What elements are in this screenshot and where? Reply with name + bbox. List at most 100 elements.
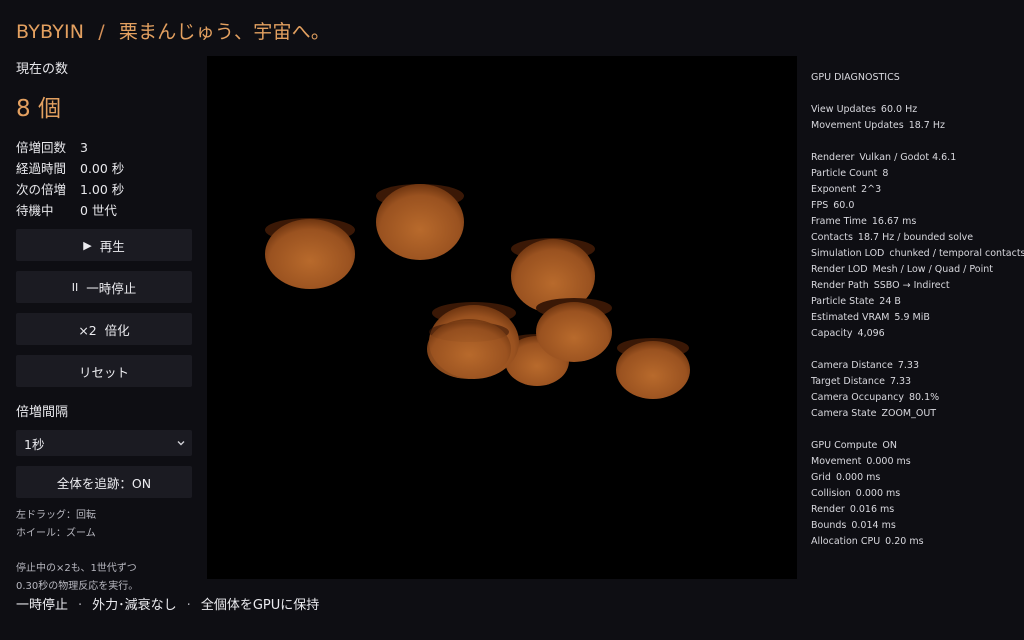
hint-rotate: 左ドラッグ：回転 [16, 510, 96, 521]
double-button[interactable]: ×2 倍化 [16, 313, 192, 345]
status-separator: · [78, 598, 83, 613]
diagnostics-key: FPS [811, 200, 829, 211]
diagnostics-value: 0.016 ms [849, 504, 895, 515]
diagnostics-value: 0.000 ms [866, 456, 911, 467]
diagnostics-row: Exponent 2^3 [811, 182, 1016, 198]
diagnostics-row: Render 0.016 ms [811, 502, 1016, 518]
diagnostics-key: Camera Distance [811, 360, 893, 371]
diagnostics-spacer [811, 134, 1016, 150]
play-button[interactable]: ▶ 再生 [16, 229, 192, 261]
diagnostics-key: Collision [811, 488, 851, 499]
diagnostics-value: chunked / temporal contacts [889, 248, 1024, 259]
diagnostics-key: Simulation LOD [811, 248, 885, 259]
diagnostics-row: Movement 0.000 ms [811, 454, 1016, 470]
title-separator: / [98, 21, 105, 43]
stat-row: 待機中 0 世代 [16, 200, 192, 221]
diagnostics-row: Render Path SSBO → Indirect [811, 278, 1016, 294]
play-label: 再生 [99, 238, 125, 254]
diagnostics-value: 0.000 ms [855, 488, 901, 499]
status-gpu: 全個体をGPUに保持 [200, 598, 320, 613]
pause-icon: II [71, 280, 79, 294]
diagnostics-key: Exponent [811, 184, 857, 195]
diagnostics-row: Bounds 0.014 ms [811, 518, 1016, 534]
diagnostics-key: Render Path [811, 280, 869, 291]
stat-value: 0 世代 [80, 203, 117, 218]
stat-key: 経過時間 [16, 161, 67, 176]
interval-select[interactable]: 1秒 [16, 430, 192, 456]
diagnostics-row: Renderer Vulkan / Godot 4.6.1 [811, 150, 1016, 166]
status-separator: · [186, 598, 191, 613]
diagnostics-row: Capacity 4,096 [811, 326, 1016, 342]
interval-label: 倍増間隔 [16, 405, 69, 420]
diagnostics-row: Camera State ZOOM_OUT [811, 406, 1016, 422]
diagnostics-value: ON [882, 440, 897, 451]
chevron-down-icon [176, 436, 186, 451]
diagnostics-row: Estimated VRAM 5.9 MiB [811, 310, 1016, 326]
diagnostics-spacer [811, 422, 1016, 438]
diagnostics-key: Particle State [811, 296, 875, 307]
diagnostics-row: Camera Distance 7.33 [811, 358, 1016, 374]
bun-particle [265, 218, 355, 289]
diagnostics-value: 18.7 Hz / bounded solve [857, 232, 974, 243]
reset-button[interactable]: リセット [16, 355, 192, 387]
interval-selected: 1秒 [24, 436, 45, 452]
diagnostics-value: 0.014 ms [851, 520, 896, 531]
diagnostics-value: 60.0 [833, 200, 855, 211]
diagnostics-key: Target Distance [811, 376, 885, 387]
diagnostics-value: 4,096 [857, 328, 885, 339]
diagnostics-heading: GPU DIAGNOSTICS [811, 72, 900, 83]
diagnostics-row: Camera Occupancy 80.1% [811, 390, 1016, 406]
diagnostics-row: Collision 0.000 ms [811, 486, 1016, 502]
diagnostics-row: Target Distance 7.33 [811, 374, 1016, 390]
diagnostics-key: Movement Updates [811, 120, 904, 131]
diagnostics-key: Frame Time [811, 216, 867, 227]
diagnostics-value: Vulkan / Godot 4.6.1 [859, 152, 957, 163]
bun-particle [427, 319, 511, 379]
physics-note: 停止中の×2も、1世代ずつ 0.30秒の物理反応を実行。 [16, 560, 192, 596]
diagnostics-value: 0.000 ms [835, 472, 881, 483]
diagnostics-key: Grid [811, 472, 831, 483]
diagnostics-row: View Updates 60.0 Hz [811, 102, 1016, 118]
count-value: 8 個 [16, 96, 61, 122]
diagnostics-key: Particle Count [811, 168, 878, 179]
status-bar: 一時停止 · 外力･減衰なし · 全個体をGPUに保持 [16, 594, 319, 613]
scene-canvas [265, 184, 690, 399]
stat-key: 倍増回数 [16, 140, 67, 155]
diagnostics-row: Contacts 18.7 Hz / bounded solve [811, 230, 1016, 246]
diagnostics-row: Particle State 24 B [811, 294, 1016, 310]
diagnostics-value: 7.33 [897, 360, 919, 371]
diagnostics-value: 16.67 ms [871, 216, 917, 227]
pause-label: 一時停止 [86, 280, 137, 296]
diagnostics-row: Movement Updates 18.7 Hz [811, 118, 1016, 134]
note-line: 停止中の×2も、1世代ずつ [16, 563, 137, 574]
diagnostics-value: Mesh / Low / Quad / Point [872, 264, 993, 275]
diagnostics-key: Capacity [811, 328, 853, 339]
3d-viewport[interactable] [207, 56, 797, 579]
diagnostics-row: Allocation CPU 0.20 ms [811, 534, 1016, 550]
diagnostics-value: 0.20 ms [885, 536, 924, 547]
diagnostics-row: Render LOD Mesh / Low / Quad / Point [811, 262, 1016, 278]
diagnostics-value: 60.0 Hz [880, 104, 918, 115]
stat-row: 倍増回数 3 [16, 137, 192, 158]
diagnostics-key: Render [811, 504, 845, 515]
diagnostics-row: Particle Count 8 [811, 166, 1016, 182]
follow-all-button[interactable]: 全体を追跡：ON [16, 466, 192, 498]
diagnostics-key: Renderer [811, 152, 855, 163]
diagnostics-row: Frame Time 16.67 ms [811, 214, 1016, 230]
diagnostics-key: Camera Occupancy [811, 392, 904, 403]
control-panel: 現在の数 8 個 倍増回数 3 経過時間 0.00 秒 次の倍増 1.00 秒 待機中… [16, 56, 192, 596]
stat-key: 次の倍増 [16, 182, 67, 197]
diagnostics-key: Estimated VRAM [811, 312, 890, 323]
diagnostics-row: Simulation LOD chunked / temporal contact… [811, 246, 1024, 262]
stat-value: 0.00 秒 [80, 161, 125, 176]
double-label: ×2 倍化 [78, 322, 130, 338]
pause-button[interactable]: II 一時停止 [16, 271, 192, 303]
controls-hint: 左ドラッグ：回転 ホイール：ズーム [16, 507, 192, 543]
diagnostics-key: Bounds [811, 520, 847, 531]
diagnostics-key: View Updates [811, 104, 876, 115]
diagnostics-row: FPS 60.0 [811, 198, 1016, 214]
hint-zoom: ホイール：ズーム [16, 528, 96, 539]
diagnostics-key: GPU Compute [811, 440, 878, 451]
app-title: BYBYIN / 栗まんじゅう、宇宙へ。 [16, 17, 330, 44]
diagnostics-key: Render LOD [811, 264, 868, 275]
